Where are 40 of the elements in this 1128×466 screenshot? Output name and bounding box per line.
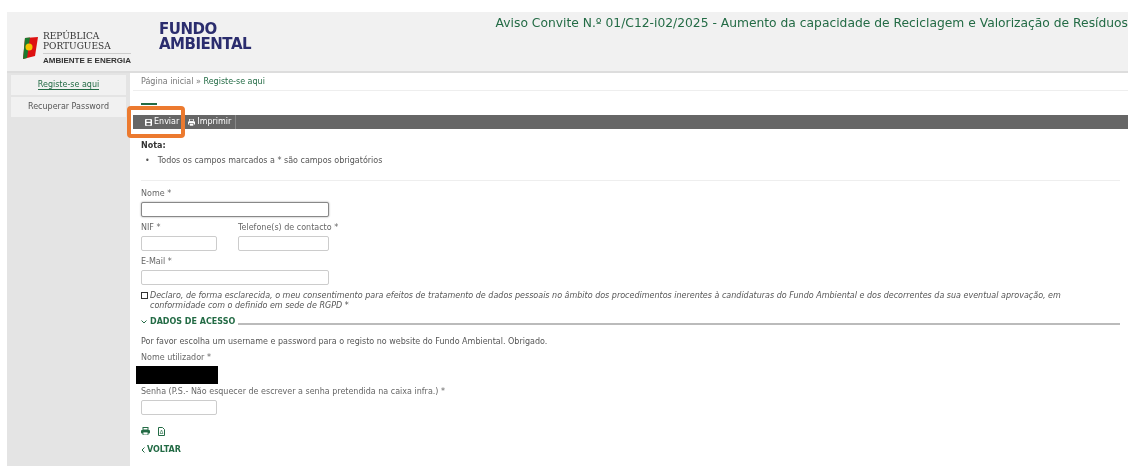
note-item: Todos os campos marcados a * são campos obrigatórios <box>157 156 383 166</box>
section-title[interactable]: DADOS DE ACESSO <box>150 317 236 327</box>
chevron-icon[interactable] <box>141 320 147 324</box>
sidebar-item[interactable]: Registe-se aqui <box>11 75 126 95</box>
print-icon <box>188 118 196 126</box>
bullet-mark: • <box>145 156 150 166</box>
print-icon[interactable] <box>141 427 150 435</box>
input-field[interactable] <box>238 236 329 251</box>
field-label: Nome utilizador * <box>141 353 212 363</box>
field-label: Nome * <box>141 189 173 199</box>
breadcrumb-link[interactable]: Registe-se aqui <box>203 77 265 86</box>
back-link[interactable]: VOLTAR <box>141 445 181 455</box>
save-button[interactable]: Enviar <box>141 115 185 129</box>
input-field[interactable] <box>141 400 217 415</box>
breadcrumb-separator: » <box>196 77 201 86</box>
brand-text: AMBIENTAL <box>159 37 252 52</box>
section-intro: Por favor escolha um username e password para o registo no website do Fundo Ambiental. Obrigado. <box>141 337 549 347</box>
field-label: Senha (P.S.- Não esquecer de escrever a senha pretendida na caixa infra.) * <box>141 387 446 397</box>
logo-subtitle: AMBIENTE E ENERGIA <box>43 52 131 65</box>
field-label: E-Mail * <box>141 257 173 267</box>
logo-text: REPÚBLICA <box>43 30 101 41</box>
input-field[interactable] <box>141 270 329 285</box>
chevron-icon <box>141 447 145 453</box>
pdf-file-icon[interactable] <box>158 427 165 436</box>
field-label: NIF * <box>141 223 162 233</box>
breadcrumb-link[interactable]: Página inicial <box>141 77 194 86</box>
note-title: Nota: <box>141 141 167 151</box>
tab-indicator <box>141 103 157 105</box>
logo-text: PORTUGUESA <box>43 40 112 51</box>
print-button[interactable]: Imprimir <box>184 115 237 129</box>
emblem-icon <box>22 35 39 60</box>
save-icon <box>145 118 152 126</box>
field-label: Telefone(s) de contacto * <box>238 223 339 233</box>
sidebar-item[interactable]: Recuperar Password <box>11 97 126 117</box>
consent-text: Declaro, de forma esclarecida, o meu consentimento para efeitos de tratamento de dados pessoais no âmbito dos procedimentos inerentes à candidaturas do Fundo Ambiental e dos decorrentes da sua eventual aprovação, em conformidade com o definido em sede de RGPD * <box>150 291 1062 311</box>
brand-text: FUNDO <box>159 22 217 37</box>
checkbox[interactable] <box>141 292 148 299</box>
input-field[interactable] <box>141 202 329 217</box>
input-field[interactable] <box>141 236 217 251</box>
page-title: Aviso Convite N.º 01/C12-i02/2025 - Aumento da capacidade de Reciclagem e Valorização de Resíduos <box>495 15 1128 32</box>
